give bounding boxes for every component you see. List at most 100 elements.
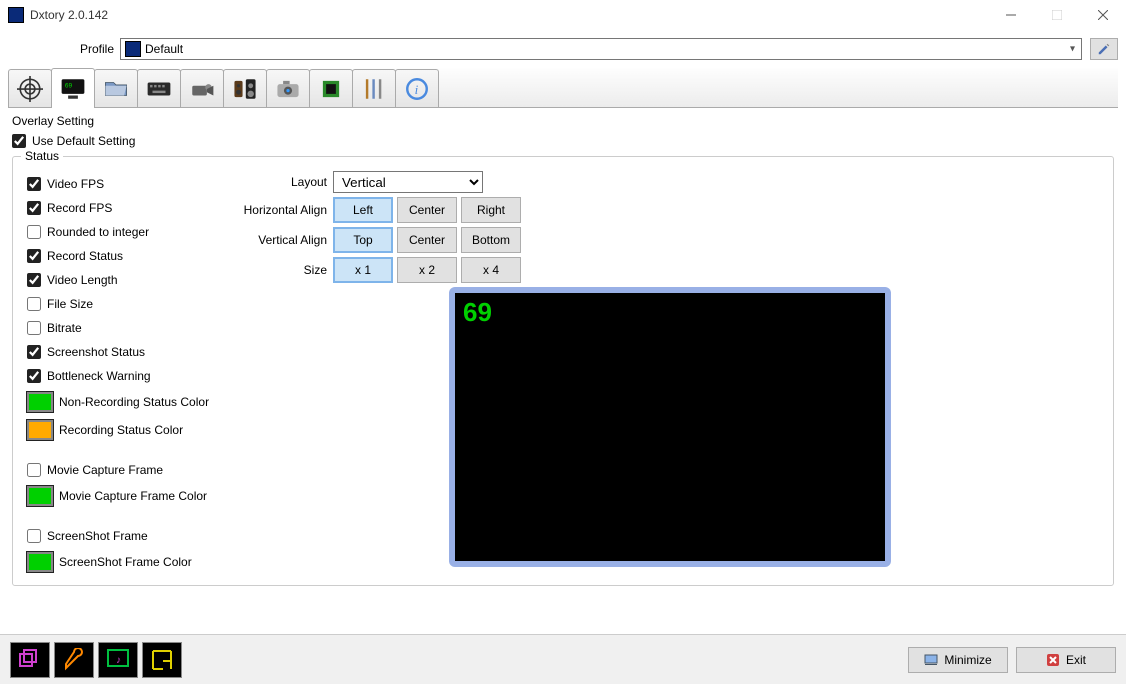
tab-audio[interactable] (223, 69, 267, 107)
folder-icon (102, 76, 130, 102)
record-fps-checkbox[interactable] (27, 201, 41, 215)
exit-button[interactable]: Exit (1016, 647, 1116, 673)
profile-edit-button[interactable] (1090, 38, 1118, 60)
video-length-label: Video Length (47, 273, 118, 287)
use-default-checkbox[interactable] (12, 134, 26, 148)
tab-hotkey[interactable] (137, 69, 181, 107)
tab-strip: 69 i (8, 68, 1118, 108)
exit-label: Exit (1066, 653, 1086, 667)
minimize-button[interactable]: Minimize (908, 647, 1008, 673)
recording-color-swatch[interactable] (27, 420, 53, 440)
window-title: Dxtory 2.0.142 (30, 8, 108, 22)
profile-label: Profile (80, 42, 114, 56)
halign-right-button[interactable]: Right (461, 197, 521, 223)
tab-screenshot[interactable] (266, 69, 310, 107)
tab-overlay[interactable]: 69 (51, 68, 95, 108)
close-window-button[interactable] (1080, 0, 1126, 30)
video-fps-checkbox[interactable] (27, 177, 41, 191)
screen-music-icon: ♪ (106, 648, 130, 672)
valign-top-button[interactable]: Top (333, 227, 393, 253)
file-size-checkbox[interactable] (27, 297, 41, 311)
svg-text:69: 69 (65, 82, 73, 89)
status-options: Video FPS Record FPS Rounded to integer … (27, 163, 227, 577)
speaker-icon (231, 76, 259, 102)
valign-bottom-button[interactable]: Bottom (461, 227, 521, 253)
status-fieldset: Status Video FPS Record FPS Rounded to i… (12, 156, 1114, 586)
video-length-checkbox[interactable] (27, 273, 41, 287)
profile-select[interactable]: Default ▾ (120, 38, 1082, 60)
non-recording-color-label: Non-Recording Status Color (59, 395, 209, 409)
bottleneck-label: Bottleneck Warning (47, 369, 151, 383)
screenshot-status-checkbox[interactable] (27, 345, 41, 359)
size-x4-button[interactable]: x 4 (461, 257, 521, 283)
overlay-setting-label: Overlay Setting (12, 114, 1114, 128)
status-layout-controls: Layout Vertical Horizontal Align Left Ce… (227, 163, 1103, 577)
profile-selected-value: Default (145, 42, 183, 56)
rounded-checkbox[interactable] (27, 225, 41, 239)
pencil-icon (1097, 42, 1111, 56)
bottom-tool-3[interactable]: ♪ (98, 642, 138, 678)
tab-folder[interactable] (94, 69, 138, 107)
camera-icon (274, 76, 302, 102)
halign-left-button[interactable]: Left (333, 197, 393, 223)
bottom-bar: ♪ Minimize Exit (0, 634, 1126, 684)
minimize-window-button[interactable] (988, 0, 1034, 30)
movie-frame-checkbox[interactable] (27, 463, 41, 477)
tab-advanced[interactable] (352, 69, 396, 107)
maximize-window-button (1034, 0, 1080, 30)
halign-label: Horizontal Align (227, 203, 327, 217)
overlay-preview-frame: 69 (449, 287, 891, 567)
recording-color-label: Recording Status Color (59, 423, 183, 437)
tools-icon (360, 76, 388, 102)
chip-icon (317, 76, 345, 102)
size-x1-button[interactable]: x 1 (333, 257, 393, 283)
chevron-down-icon: ▾ (1070, 44, 1075, 55)
valign-center-button[interactable]: Center (397, 227, 457, 253)
tab-processor[interactable] (309, 69, 353, 107)
screenshot-frame-color-swatch[interactable] (27, 552, 53, 572)
profile-row: Profile Default ▾ (0, 30, 1126, 68)
screenshot-frame-color-label: ScreenShot Frame Color (59, 555, 192, 569)
info-icon: i (403, 76, 431, 102)
screenshot-status-label: Screenshot Status (47, 345, 145, 359)
tab-info[interactable]: i (395, 69, 439, 107)
overlay-preview: 69 (455, 293, 885, 561)
minimize-icon (924, 654, 938, 666)
layout-select[interactable]: Vertical (333, 171, 483, 193)
keyboard-icon (145, 76, 173, 102)
valign-label: Vertical Align (227, 233, 327, 247)
record-fps-label: Record FPS (47, 201, 112, 215)
size-x2-button[interactable]: x 2 (397, 257, 457, 283)
bottleneck-checkbox[interactable] (27, 369, 41, 383)
maze-icon (150, 648, 174, 672)
titlebar: Dxtory 2.0.142 (0, 0, 1126, 30)
record-status-label: Record Status (47, 249, 123, 263)
minimize-label: Minimize (944, 653, 991, 667)
profile-icon (125, 41, 141, 57)
bitrate-checkbox[interactable] (27, 321, 41, 335)
video-fps-label: Video FPS (47, 177, 104, 191)
app-icon (8, 7, 24, 23)
bitrate-label: Bitrate (47, 321, 82, 335)
bottom-tool-2[interactable] (54, 642, 94, 678)
preview-fps-value: 69 (463, 297, 492, 328)
tab-video[interactable] (180, 69, 224, 107)
record-status-checkbox[interactable] (27, 249, 41, 263)
non-recording-color-swatch[interactable] (27, 392, 53, 412)
screenshot-frame-checkbox[interactable] (27, 529, 41, 543)
rounded-label: Rounded to integer (47, 225, 149, 239)
camcorder-icon (188, 76, 216, 102)
status-legend: Status (21, 149, 63, 163)
svg-text:i: i (415, 81, 419, 96)
halign-center-button[interactable]: Center (397, 197, 457, 223)
monitor-icon: 69 (59, 76, 87, 102)
movie-frame-color-swatch[interactable] (27, 486, 53, 506)
size-label: Size (227, 263, 327, 277)
exit-icon (1046, 653, 1060, 667)
svg-text:♪: ♪ (116, 655, 121, 666)
screenshot-frame-label: ScreenShot Frame (47, 529, 148, 543)
stack-icon (18, 648, 42, 672)
tab-target[interactable] (8, 69, 52, 107)
bottom-tool-1[interactable] (10, 642, 50, 678)
bottom-tool-4[interactable] (142, 642, 182, 678)
